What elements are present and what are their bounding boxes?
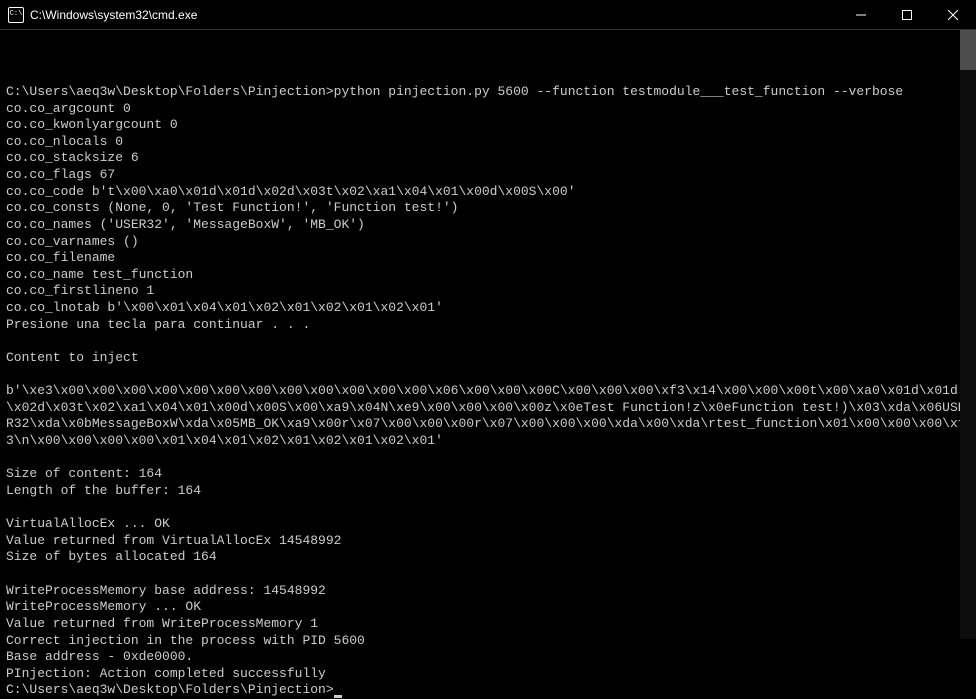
maximize-button[interactable] [884,0,930,29]
command-text: python pinjection.py 5600 --function tes… [334,84,904,99]
window-title: C:\Windows\system32\cmd.exe [30,8,838,22]
scrollbar[interactable] [960,30,976,639]
cmd-icon: C:\ [8,7,24,23]
prompt-path: C:\Users\aeq3w\Desktop\Folders\Pinjectio… [6,84,334,99]
window-titlebar: C:\ C:\Windows\system32\cmd.exe [0,0,976,30]
minimize-button[interactable] [838,0,884,29]
window-controls [838,0,976,29]
close-button[interactable] [930,0,976,29]
minimize-icon [856,10,866,20]
maximize-icon [902,10,912,20]
scrollbar-thumb[interactable] [960,30,976,70]
terminal-output[interactable]: C:\Users\aeq3w\Desktop\Folders\Pinjectio… [0,30,976,639]
prompt-path-2: C:\Users\aeq3w\Desktop\Folders\Pinjectio… [6,682,334,697]
cursor [334,695,342,698]
close-icon [948,10,958,20]
output-lines: co.co_argcount 0 co.co_kwonlyargcount 0 … [6,101,970,683]
